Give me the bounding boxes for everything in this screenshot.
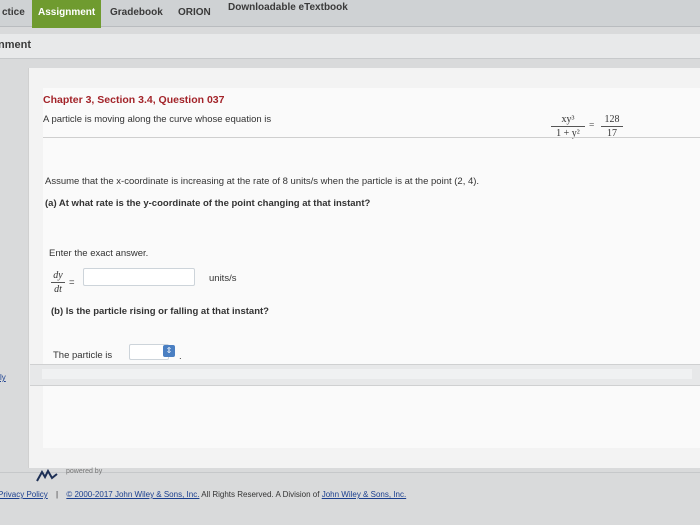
footer-separator: | <box>56 490 59 499</box>
equation-lhs: xy³ 1 + y² <box>551 114 585 139</box>
tab-assignment[interactable]: Assignment <box>32 0 102 28</box>
equation-equals: = <box>589 121 595 131</box>
powered-by-text: powered by <box>66 468 103 475</box>
question-card: Chapter 3, Section 3.4, Question 037 A p… <box>43 88 700 448</box>
progress-bar-inner <box>42 369 692 379</box>
question-panel: Chapter 3, Section 3.4, Question 037 A p… <box>28 68 700 468</box>
top-nav: ctice Assignment Gradebook ORION Downloa… <box>0 0 700 28</box>
select-arrow-icon[interactable]: ⇕ <box>163 345 175 357</box>
footer-divider <box>0 472 700 473</box>
part-a-prompt: (a) At what rate is the y-coordinate of … <box>45 198 371 209</box>
equation-rhs: 128 17 <box>601 114 623 139</box>
tab-etextbook[interactable]: Downloadable eTextbook <box>222 0 354 16</box>
footer: Privacy Policy | © 2000-2017 John Wiley … <box>0 490 406 499</box>
dy-dt-input[interactable] <box>83 268 195 286</box>
progress-bar <box>30 364 700 386</box>
dy-equals: = <box>69 277 75 288</box>
question-header: Chapter 3, Section 3.4, Question 037 <box>43 94 225 106</box>
rights-text: All Rights Reserved. A Division of <box>199 490 322 499</box>
question-intro: A particle is moving along the curve who… <box>43 114 272 125</box>
company-link[interactable]: John Wiley & Sons, Inc. <box>322 490 406 499</box>
copyright-link[interactable]: © 2000-2017 John Wiley & Sons, Inc. <box>66 490 199 499</box>
units-label: units/s <box>209 273 237 284</box>
tab-practice[interactable]: ctice <box>0 4 31 21</box>
dy-dt-fraction: dy dt <box>51 270 65 295</box>
enter-exact-note: Enter the exact answer. <box>49 248 149 259</box>
privacy-policy-link[interactable]: Privacy Policy <box>0 490 48 499</box>
particle-is-label: The particle is <box>53 350 113 361</box>
divider <box>43 137 700 138</box>
tab-gradebook[interactable]: Gradebook <box>104 4 169 21</box>
assignment-bar: nment <box>0 34 700 59</box>
assumption-text: Assume that the x-coordinate is increasi… <box>45 176 480 187</box>
part-b-prompt: (b) Is the particle rising or falling at… <box>51 306 269 317</box>
sidebar-link[interactable]: ly <box>0 373 6 382</box>
tab-orion[interactable]: ORION <box>172 4 217 21</box>
assignment-title: nment <box>0 39 31 51</box>
wiley-logo-icon <box>36 469 58 482</box>
period: . <box>179 351 182 362</box>
